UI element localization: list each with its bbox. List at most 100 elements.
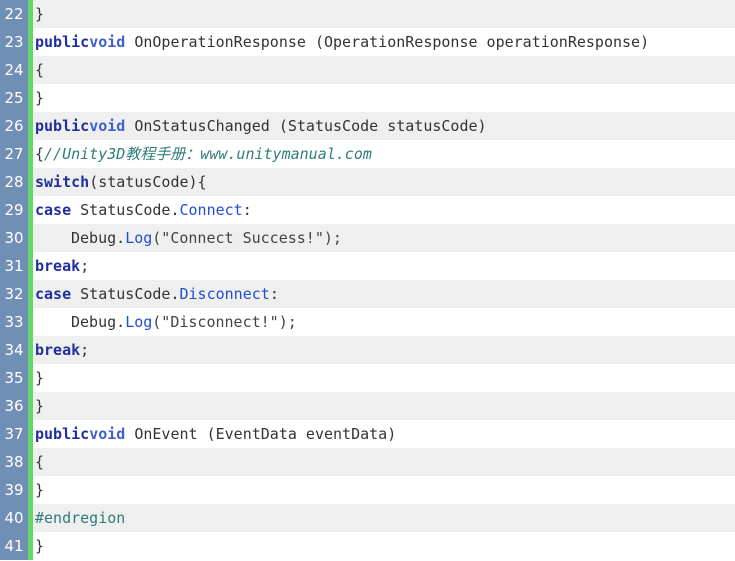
code-text[interactable]: {//Unity3D教程手册：www.unitymanual.com <box>33 140 372 168</box>
code-token: public <box>35 33 90 51</box>
code-text[interactable]: Debug.Log("Disconnect!"); <box>33 308 297 336</box>
code-token: Log <box>125 229 153 247</box>
code-token: break <box>35 257 81 275</box>
code-text[interactable]: } <box>33 0 44 28</box>
code-line: 37 publicvoid OnEvent (EventData eventDat… <box>0 420 735 448</box>
code-text[interactable]: #endregion <box>33 504 125 532</box>
line-number: 36 <box>0 392 28 420</box>
code-token: StatusCode. <box>71 201 180 219</box>
code-token: : <box>269 285 279 303</box>
code-token: void <box>89 33 126 51</box>
code-token: Disconnect <box>179 285 270 303</box>
code-text[interactable]: { <box>33 56 44 84</box>
code-line: 25} <box>0 84 735 112</box>
code-text[interactable]: } <box>33 476 44 504</box>
code-text[interactable]: } <box>33 392 44 420</box>
code-token: { <box>35 145 45 163</box>
code-token: OnOperationResponse (OperationResponse o… <box>125 33 650 51</box>
code-token: : <box>242 201 252 219</box>
line-number: 39 <box>0 476 28 504</box>
code-token: #endregion <box>35 509 126 527</box>
code-token: case <box>35 201 72 219</box>
code-token: break <box>35 341 81 359</box>
code-text[interactable]: { <box>33 448 44 476</box>
line-number: 32 <box>0 280 28 308</box>
code-token: } <box>35 5 45 23</box>
line-number: 28 <box>0 168 28 196</box>
code-token: public <box>35 117 90 135</box>
code-text[interactable]: } <box>33 364 44 392</box>
code-text[interactable]: break; <box>33 252 89 280</box>
code-line: 33 Debug.Log("Disconnect!"); <box>0 308 735 336</box>
code-line: 29 case StatusCode.Connect: <box>0 196 735 224</box>
code-token: } <box>35 537 45 555</box>
line-number: 22 <box>0 0 28 28</box>
code-text[interactable]: publicvoid OnEvent (EventData eventData) <box>33 420 396 448</box>
code-editor: 22} 23 publicvoid OnOperationResponse (Ope… <box>0 0 735 561</box>
code-token: Debug. <box>71 229 126 247</box>
code-token: { <box>35 453 45 471</box>
code-line: 38 { <box>0 448 735 476</box>
code-token: (statusCode){ <box>89 173 207 191</box>
code-line: 26 publicvoid OnStatusChanged (StatusCode… <box>0 112 735 140</box>
code-text[interactable]: publicvoid OnStatusChanged (StatusCode s… <box>33 112 487 140</box>
code-line: 32 case StatusCode.Disconnect: <box>0 280 735 308</box>
line-number: 23 <box>0 28 28 56</box>
code-line: 35} <box>0 364 735 392</box>
code-line: 28 switch(statusCode){ <box>0 168 735 196</box>
line-number: 38 <box>0 448 28 476</box>
code-token: OnStatusChanged (StatusCode statusCode) <box>125 117 487 135</box>
code-text[interactable]: publicvoid OnOperationResponse (Operatio… <box>33 28 649 56</box>
code-text[interactable]: } <box>33 532 44 560</box>
line-number: 25 <box>0 84 28 112</box>
line-number: 24 <box>0 56 28 84</box>
code-token: Log <box>125 313 153 331</box>
line-number: 27 <box>0 140 28 168</box>
code-line: 40 #endregion <box>0 504 735 532</box>
code-token: OnEvent (EventData eventData) <box>125 425 397 443</box>
code-line: 24 { <box>0 56 735 84</box>
line-number: 41 <box>0 532 28 560</box>
code-token: { <box>35 61 45 79</box>
code-token: case <box>35 285 72 303</box>
line-number: 40 <box>0 504 28 532</box>
code-text[interactable]: case StatusCode.Disconnect: <box>33 280 279 308</box>
code-line: 31 break; <box>0 252 735 280</box>
line-number: 31 <box>0 252 28 280</box>
code-text[interactable]: case StatusCode.Connect: <box>33 196 252 224</box>
code-line: 39} <box>0 476 735 504</box>
code-token: } <box>35 397 45 415</box>
line-number: 37 <box>0 420 28 448</box>
line-number: 34 <box>0 336 28 364</box>
code-line: 23 publicvoid OnOperationResponse (Operat… <box>0 28 735 56</box>
code-token: Debug. <box>71 313 126 331</box>
code-token: ("Disconnect!"); <box>152 313 297 331</box>
code-text[interactable]: break; <box>33 336 89 364</box>
code-text[interactable]: } <box>33 84 44 112</box>
code-token: void <box>89 425 126 443</box>
code-token: } <box>35 481 45 499</box>
code-token: } <box>35 369 45 387</box>
line-number: 33 <box>0 308 28 336</box>
code-text[interactable]: Debug.Log("Connect Success!"); <box>33 224 342 252</box>
code-token: public <box>35 425 90 443</box>
code-line: 27 {//Unity3D教程手册：www.unitymanual.com <box>0 140 735 168</box>
code-line: 30 Debug.Log("Connect Success!"); <box>0 224 735 252</box>
code-line: 41} <box>0 532 735 560</box>
code-token: ; <box>80 341 90 359</box>
line-number: 26 <box>0 112 28 140</box>
code-token: void <box>89 117 126 135</box>
line-number: 29 <box>0 196 28 224</box>
code-token: ; <box>80 257 90 275</box>
code-line: 36} <box>0 392 735 420</box>
code-token: //Unity3D教程手册：www.unitymanual.com <box>44 145 372 163</box>
line-number: 35 <box>0 364 28 392</box>
code-token: Connect <box>179 201 243 219</box>
code-text[interactable]: switch(statusCode){ <box>33 168 207 196</box>
code-token: StatusCode. <box>71 285 180 303</box>
code-line: 22} <box>0 0 735 28</box>
code-token: ("Connect Success!"); <box>152 229 342 247</box>
code-token: } <box>35 89 45 107</box>
line-number: 30 <box>0 224 28 252</box>
code-line: 34 break; <box>0 336 735 364</box>
